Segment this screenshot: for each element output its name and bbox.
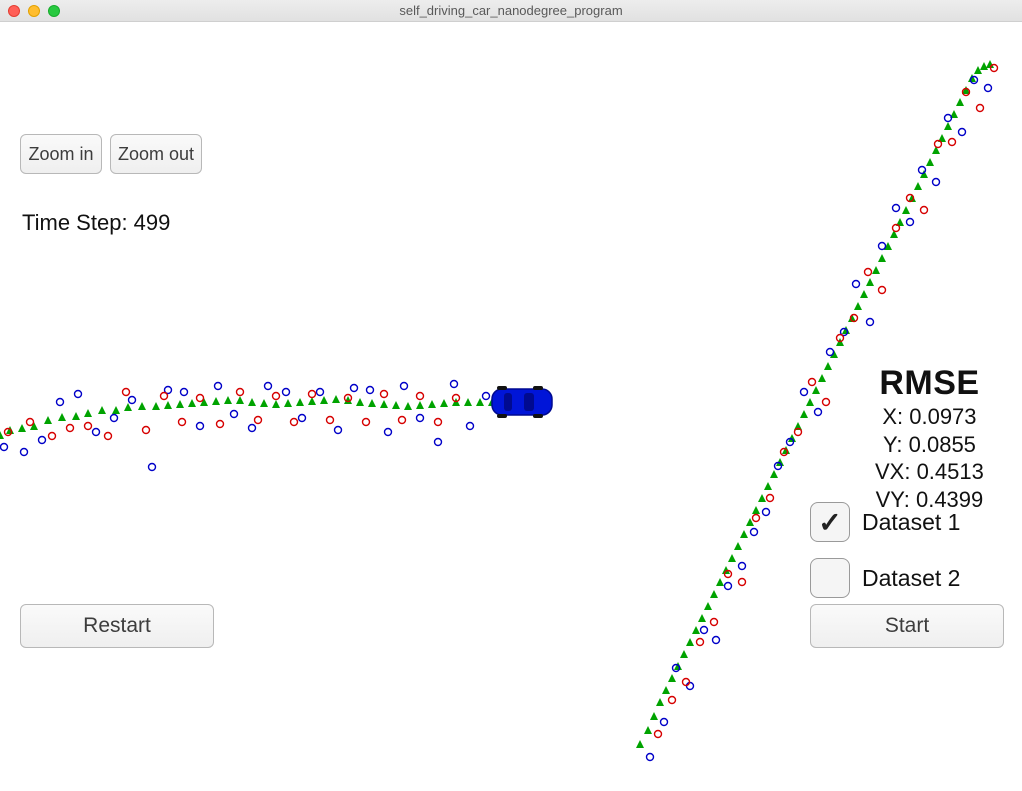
time-step-label: Time Step: 499 (22, 210, 170, 236)
dataset-1-checkbox[interactable] (810, 502, 850, 542)
maximize-window-button[interactable] (48, 5, 60, 17)
rmse-title: RMSE (875, 364, 984, 403)
zoom-in-button[interactable]: Zoom in (20, 134, 102, 174)
time-step-prefix: Time Step: (22, 210, 134, 235)
dataset-2-label: Dataset 2 (862, 565, 960, 592)
close-window-button[interactable] (8, 5, 20, 17)
restart-button[interactable]: Restart (20, 604, 214, 648)
car-icon (492, 386, 552, 418)
dataset-1-label: Dataset 1 (862, 509, 960, 536)
dataset-2-checkbox[interactable] (810, 558, 850, 598)
rmse-panel: RMSE X: 0.0973 Y: 0.0855 VX: 0.4513 VY: … (875, 364, 984, 513)
zoom-out-button[interactable]: Zoom out (110, 134, 202, 174)
rmse-x: X: 0.0973 (875, 403, 984, 431)
traffic-lights (8, 5, 60, 17)
rmse-vx: VX: 0.4513 (875, 458, 984, 486)
window-titlebar: self_driving_car_nanodegree_program (0, 0, 1022, 22)
radar-points (1, 77, 992, 761)
start-button[interactable]: Start (810, 604, 1004, 648)
dataset-2-row: Dataset 2 (810, 558, 960, 598)
dataset-1-row: Dataset 1 (810, 502, 960, 542)
minimize-window-button[interactable] (28, 5, 40, 17)
time-step-value: 499 (134, 210, 171, 235)
simulation-canvas: Zoom in Zoom out Time Step: 499 RMSE X: … (0, 22, 1022, 791)
window-title: self_driving_car_nanodegree_program (0, 3, 1022, 18)
rmse-y: Y: 0.0855 (875, 431, 984, 459)
